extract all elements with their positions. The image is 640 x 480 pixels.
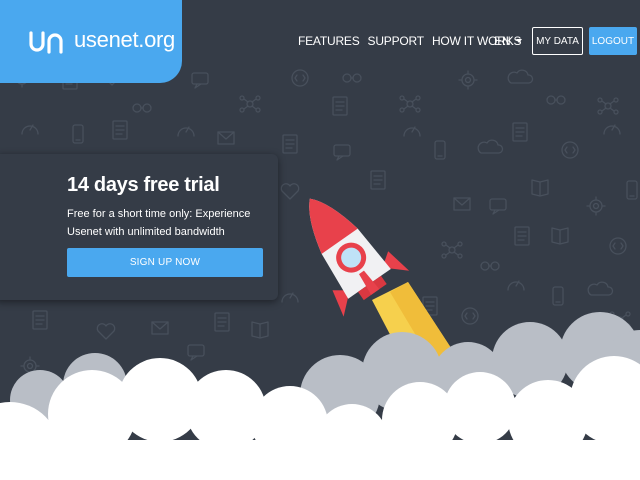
sign-up-button[interactable]: SIGN UP NOW [67, 248, 263, 277]
brand-name: usenet [74, 27, 139, 52]
nav-item-features[interactable]: FEATURES [298, 34, 360, 48]
language-selector[interactable]: EN [494, 34, 522, 48]
trial-description: Free for a short time only: Experience U… [67, 208, 251, 238]
trial-title: 14 days free trial [67, 174, 220, 196]
brand-tld: .org [138, 27, 175, 52]
logo-text: usenet.org [74, 27, 175, 53]
logout-button[interactable]: LOGOUT [589, 27, 637, 55]
un-logo-icon [29, 31, 63, 54]
trial-card: 14 days free trial Free for a short time… [0, 154, 278, 300]
language-label: EN [494, 34, 511, 48]
chevron-down-icon [515, 39, 522, 43]
nav-item-support[interactable]: SUPPORT [368, 34, 425, 48]
my-data-button[interactable]: MY DATA [532, 27, 583, 55]
hero-section: usenet.org FEATURES SUPPORT HOW IT WORKS… [0, 0, 640, 480]
main-nav: FEATURES SUPPORT HOW IT WORKS [298, 34, 522, 48]
logo[interactable]: usenet.org [0, 0, 182, 83]
